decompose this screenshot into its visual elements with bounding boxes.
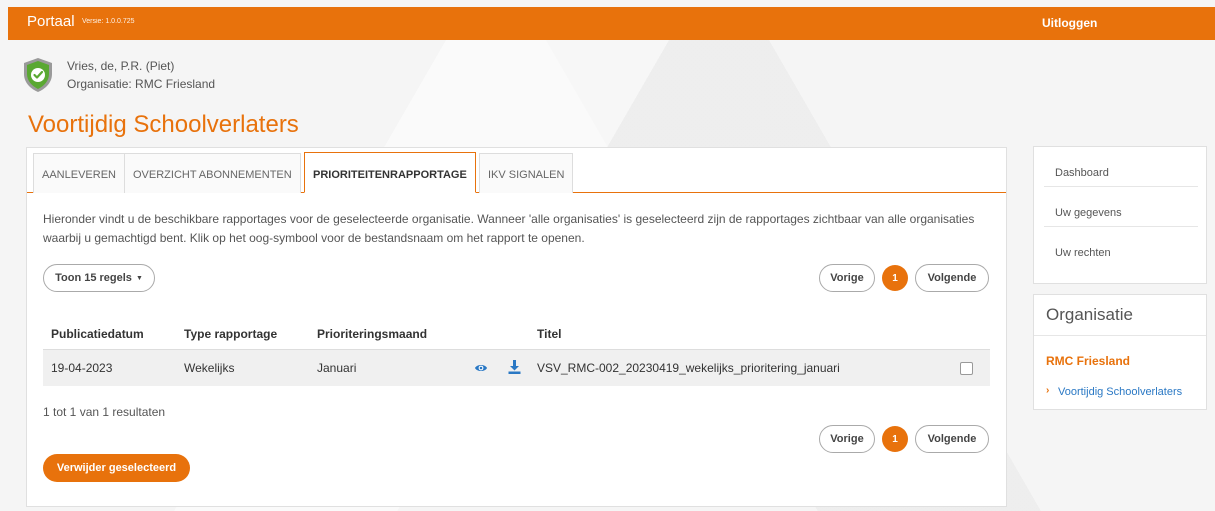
tab-aanleveren[interactable]: AANLEVEREN: [33, 153, 125, 193]
organisation-heading: Organisatie: [1046, 305, 1133, 324]
intro-text: Hieronder vindt u de beschikbare rapport…: [43, 212, 975, 245]
table-row: 19-04-2023 Wekelijks Januari VSV_RMC-002…: [43, 350, 990, 386]
organisation-name[interactable]: RMC Friesland: [1046, 354, 1130, 368]
user-organisation: Organisatie: RMC Friesland: [67, 77, 216, 91]
header-type-rapportage[interactable]: Type rapportage: [184, 327, 277, 341]
page-title: Voortijdig Schoolverlaters: [28, 111, 299, 138]
table-header: Publicatiedatum Type rapportage Priorite…: [43, 318, 990, 350]
chevron-right-icon: ›: [1046, 385, 1050, 396]
logout-link[interactable]: Uitloggen: [1042, 16, 1097, 30]
caret-down-icon: ▼: [135, 274, 143, 282]
header-publicatiedatum[interactable]: Publicatiedatum: [51, 327, 144, 341]
rows-per-page-select[interactable]: Toon 15 regels ▼: [43, 264, 155, 292]
version-label: Versie: 1.0.0.725: [82, 18, 135, 25]
main-panel: AANLEVEREN OVERZICHT ABONNEMENTEN PRIORI…: [26, 147, 1007, 507]
tab-prioriteitenrapportage[interactable]: PRIORITEITENRAPPORTAGE: [304, 152, 476, 193]
prev-page-button-bottom[interactable]: Vorige: [819, 425, 875, 453]
cell-date: 19-04-2023: [51, 361, 113, 375]
side-menu-uw-rechten[interactable]: Uw rechten: [1044, 227, 1198, 267]
header-prioriteringsmaand[interactable]: Prioriteringsmaand: [317, 327, 427, 341]
rows-per-page-label: Toon 15 regels: [55, 272, 132, 284]
tab-ikv-signalen[interactable]: IKV SIGNALEN: [479, 153, 574, 193]
brand-title[interactable]: Portaal: [27, 13, 75, 30]
results-count: 1 tot 1 van 1 resultaten: [43, 405, 166, 419]
organisation-app-link[interactable]: Voortijdig Schoolverlaters: [1058, 386, 1182, 398]
shield-icon: [24, 58, 52, 92]
tab-bar: AANLEVEREN OVERZICHT ABONNEMENTEN PRIORI…: [27, 148, 1006, 193]
page-number-button-bottom[interactable]: 1: [882, 426, 908, 452]
eye-icon[interactable]: [474, 362, 488, 374]
download-icon[interactable]: [508, 360, 521, 374]
row-select-checkbox[interactable]: [960, 362, 973, 375]
prev-page-button[interactable]: Vorige: [819, 264, 875, 292]
delete-selected-button[interactable]: Verwijder geselecteerd: [43, 454, 190, 482]
next-page-button-bottom[interactable]: Volgende: [915, 425, 989, 453]
user-name: Vries, de, P.R. (Piet): [67, 59, 175, 73]
organisation-panel: Organisatie RMC Friesland › Voortijdig S…: [1033, 294, 1207, 410]
divider: [1034, 335, 1206, 336]
reports-table: Publicatiedatum Type rapportage Priorite…: [43, 318, 990, 386]
cell-title[interactable]: VSV_RMC-002_20230419_wekelijks_prioriter…: [537, 361, 840, 375]
tab-overzicht-abonnementen[interactable]: OVERZICHT ABONNEMENTEN: [124, 153, 301, 193]
header-titel[interactable]: Titel: [537, 327, 561, 341]
side-menu: Dashboard Uw gegevens Uw rechten: [1033, 146, 1207, 284]
top-bar: Portaal Versie: 1.0.0.725 Uitloggen: [8, 7, 1215, 40]
cell-month: Januari: [317, 361, 357, 375]
cell-type: Wekelijks: [184, 361, 235, 375]
side-menu-dashboard[interactable]: Dashboard: [1044, 147, 1198, 187]
side-menu-uw-gegevens[interactable]: Uw gegevens: [1044, 187, 1198, 227]
page-number-button[interactable]: 1: [882, 265, 908, 291]
next-page-button[interactable]: Volgende: [915, 264, 989, 292]
